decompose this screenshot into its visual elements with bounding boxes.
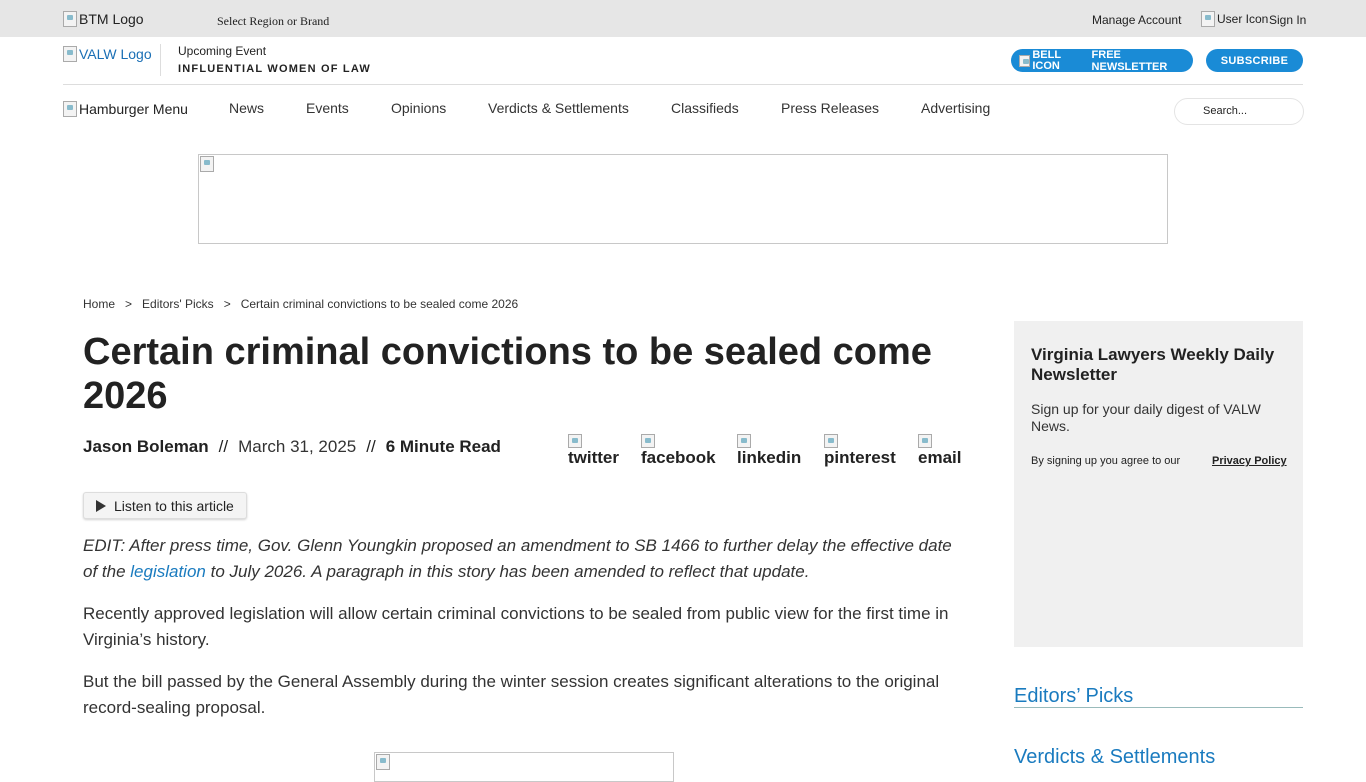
valw-logo[interactable]: VALW Logo — [63, 46, 152, 62]
listen-label: Listen to this article — [114, 497, 234, 514]
nav-item-classifieds[interactable]: Classifieds — [671, 100, 739, 116]
share-twitter-label: twitter — [568, 448, 619, 467]
read-time: 6 Minute Read — [385, 437, 501, 456]
breadcrumb-home[interactable]: Home — [83, 297, 115, 311]
header-divider — [160, 44, 161, 76]
valw-logo-icon — [63, 46, 77, 62]
ad-image-icon — [200, 156, 214, 172]
share-linkedin-label: linkedin — [737, 448, 802, 467]
edit-note: EDIT: After press time, Gov. Glenn Young… — [83, 533, 968, 585]
sidebar-section-verdicts-settlements[interactable]: Verdicts & Settlements — [1014, 746, 1303, 769]
newsletter-signup-title: Virginia Lawyers Weekly Daily Newsletter — [1031, 345, 1275, 384]
byline: Jason Boleman // March 31, 2025 // 6 Min… — [83, 437, 501, 457]
search-input[interactable]: Search... — [1174, 98, 1304, 125]
byline-divider: // — [366, 437, 376, 456]
btm-logo-icon — [63, 11, 77, 27]
newsletter-signup-subtitle: Sign up for your daily digest of VALW Ne… — [1031, 401, 1261, 434]
sign-in-link[interactable]: Sign In — [1269, 13, 1306, 27]
nav-item-events[interactable]: Events — [306, 100, 349, 116]
share-email-label: email — [918, 448, 962, 467]
share-facebook-label: facebook — [641, 448, 716, 467]
nav-item-news[interactable]: News — [229, 100, 264, 116]
linkedin-icon — [737, 434, 751, 448]
newsletter-button-label: FREE NEWSLETTER — [1091, 49, 1168, 72]
nav-item-press-releases[interactable]: Press Releases — [781, 100, 879, 116]
bell-icon: BELL ICON — [1019, 49, 1088, 72]
listen-to-article-button[interactable]: Listen to this article — [83, 492, 247, 519]
bell-icon-alt: BELL ICON — [1032, 49, 1061, 72]
sidebar-section-editors-picks[interactable]: Editors’ Picks — [1014, 685, 1303, 708]
breadcrumb-separator: > — [223, 297, 231, 311]
user-icon-alt: User Icon — [1217, 12, 1269, 26]
share-pinterest-icon[interactable]: pinterest — [824, 434, 896, 468]
newsletter-agree-text: By signing up you agree to our — [1031, 455, 1181, 467]
byline-divider: // — [218, 437, 229, 456]
breadcrumb-current: Certain criminal convictions to be seale… — [240, 297, 519, 311]
btm-logo[interactable]: BTM Logo — [63, 11, 144, 27]
play-icon — [96, 499, 106, 512]
user-icon[interactable]: User Icon — [1201, 11, 1268, 27]
region-selector[interactable]: Select Region or Brand — [217, 14, 329, 29]
share-pinterest-label: pinterest — [824, 448, 896, 467]
legislation-link[interactable]: legislation — [130, 562, 206, 581]
bell-icon-image — [1019, 54, 1031, 67]
breadcrumb: Home > Editors' Picks > Certain criminal… — [83, 297, 518, 311]
article-paragraph: But the bill passed by the General Assem… — [83, 672, 940, 717]
banner-ad[interactable] — [198, 154, 1168, 244]
publish-date: March 31, 2025 — [238, 437, 357, 456]
breadcrumb-separator: > — [125, 297, 133, 311]
article-image — [374, 752, 674, 782]
newsletter-signup-box: Virginia Lawyers Weekly Daily Newsletter… — [1014, 321, 1303, 647]
hamburger-menu-icon[interactable]: Hamburger Menu — [63, 101, 188, 117]
facebook-icon — [641, 434, 655, 448]
breadcrumb-editors-picks[interactable]: Editors' Picks — [142, 297, 214, 311]
upcoming-event-link[interactable]: INFLUENTIAL WOMEN OF LAW — [178, 63, 371, 75]
pinterest-icon — [824, 434, 838, 448]
share-twitter-icon[interactable]: twitter — [568, 434, 619, 468]
share-facebook-icon[interactable]: facebook — [641, 434, 716, 468]
hamburger-alt: Hamburger Menu — [79, 101, 188, 117]
share-linkedin-icon[interactable]: linkedin — [737, 434, 801, 468]
twitter-icon — [568, 434, 582, 448]
nav-item-advertising[interactable]: Advertising — [921, 100, 990, 116]
share-email-icon[interactable]: email — [918, 434, 961, 468]
header-rule — [63, 84, 1303, 85]
free-newsletter-button[interactable]: BELL ICON FREE NEWSLETTER — [1011, 49, 1193, 72]
article-title: Certain criminal convictions to be seale… — [83, 331, 932, 417]
privacy-policy-link[interactable]: Privacy Policy — [1212, 455, 1287, 467]
subscribe-button[interactable]: SUBSCRIBE — [1206, 49, 1303, 72]
email-icon — [918, 434, 932, 448]
upcoming-event-label: Upcoming Event — [178, 44, 267, 58]
hamburger-icon-image — [63, 101, 77, 117]
valw-logo-alt: VALW Logo — [79, 46, 152, 62]
article-paragraph: Recently approved legislation will allow… — [83, 604, 949, 649]
user-icon-image — [1201, 11, 1215, 27]
manage-account-link[interactable]: Manage Account — [1092, 13, 1181, 27]
nav-item-verdicts-settlements[interactable]: Verdicts & Settlements — [488, 100, 629, 116]
author-link[interactable]: Jason Boleman — [83, 437, 209, 457]
btm-logo-alt: BTM Logo — [79, 11, 144, 27]
utility-bar: BTM Logo Select Region or Brand Manage A… — [0, 0, 1366, 37]
edit-note-text-end: to July 2026. A paragraph in this story … — [205, 562, 810, 581]
nav-item-opinions[interactable]: Opinions — [391, 100, 446, 116]
